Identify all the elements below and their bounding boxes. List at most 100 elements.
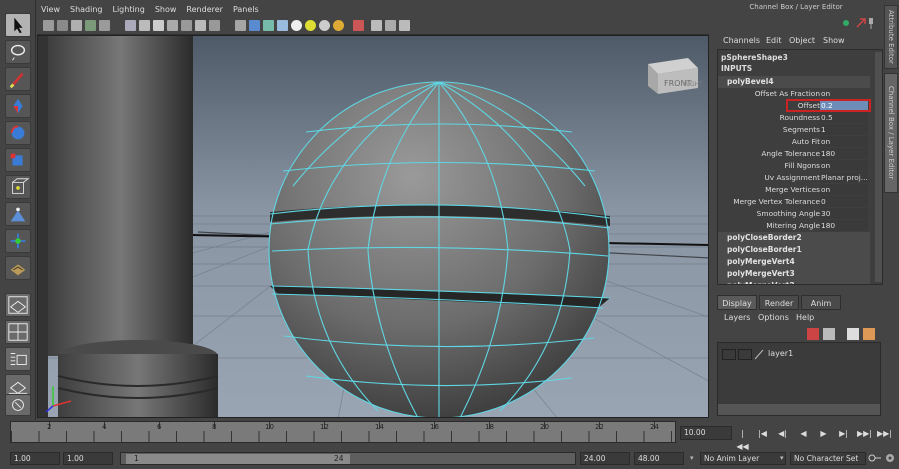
menu-object[interactable]: Object [789, 36, 815, 45]
move-down-icon[interactable] [863, 328, 875, 340]
step-forward-frame-button[interactable]: ▶▶| [857, 427, 872, 440]
bookmarks-icon[interactable] [71, 20, 82, 31]
menu-panels[interactable]: Panels [233, 3, 259, 17]
hypershade-layout-icon[interactable] [5, 394, 31, 416]
xray-joints-icon[interactable] [399, 20, 410, 31]
single-pane-layout-icon[interactable] [5, 293, 31, 317]
show-manipulator-icon[interactable] [5, 229, 31, 253]
range-slider-handle[interactable]: 1 24 [126, 454, 350, 464]
attr-row[interactable]: Auto Fit on [718, 136, 870, 148]
shape-name[interactable]: pSphereShape3 [721, 53, 788, 62]
camera-attributes-icon[interactable] [57, 20, 68, 31]
safe-title-icon[interactable] [209, 20, 220, 31]
attr-value[interactable]: 0 [820, 196, 868, 207]
character-set-field[interactable]: No Character Set [790, 452, 866, 465]
shadows-icon[interactable] [305, 20, 316, 31]
play-backwards-button[interactable]: ◀ [797, 427, 810, 440]
attr-value[interactable]: 1 [820, 124, 868, 135]
menu-help[interactable]: Help [796, 313, 814, 322]
new-layer-icon[interactable] [807, 328, 819, 340]
script-editor-icon[interactable] [841, 18, 851, 28]
pin-icon[interactable] [866, 16, 876, 30]
scale-tool-icon[interactable] [5, 148, 31, 172]
attr-row[interactable]: Merge Vertices on [718, 184, 870, 196]
node-polymergevert3[interactable]: polyMergeVert3 [718, 268, 870, 280]
2d-pan-zoom-icon[interactable] [99, 20, 110, 31]
preferences-icon[interactable] [884, 452, 897, 465]
attr-value[interactable]: 0.5 [820, 112, 868, 123]
playback-start-field[interactable]: 1.00 [63, 452, 113, 465]
select-camera-icon[interactable] [43, 20, 54, 31]
layer-row[interactable]: layer1 [722, 349, 882, 361]
screen-space-ao-icon[interactable] [319, 20, 330, 31]
attr-value[interactable]: on [820, 88, 868, 99]
menu-show[interactable]: Show [155, 3, 177, 17]
soft-modification-icon[interactable] [5, 202, 31, 226]
xray-active-components-icon[interactable] [385, 20, 396, 31]
step-back-key-button[interactable]: ◀| [776, 427, 789, 440]
smooth-shade-icon[interactable] [249, 20, 260, 31]
new-layer-selected-icon[interactable] [823, 328, 835, 340]
paint-select-tool-icon[interactable] [5, 67, 31, 91]
attr-value[interactable]: 30 [820, 208, 868, 219]
attr-row[interactable]: Mitering Angle 180 [718, 220, 870, 232]
safe-action-icon[interactable] [195, 20, 206, 31]
color-slash-icon[interactable] [754, 349, 764, 360]
attr-value[interactable]: Planar proj... [820, 172, 868, 183]
visibility-toggle[interactable] [722, 349, 736, 360]
wireframe-on-shaded-icon[interactable] [263, 20, 274, 31]
playback-end-field[interactable]: 24.00 [580, 452, 630, 465]
isolate-select-icon[interactable] [353, 20, 364, 31]
use-all-lights-icon[interactable] [291, 20, 302, 31]
key-icon[interactable] [868, 452, 882, 465]
four-pane-layout-icon[interactable] [5, 320, 31, 344]
attr-row[interactable]: Segments 1 [718, 124, 870, 136]
image-plane-icon[interactable] [85, 20, 96, 31]
step-back-frame-button[interactable]: |◀ [756, 427, 769, 440]
node-polymergevert2[interactable]: polyMergeVert2 [718, 280, 870, 284]
attr-row[interactable]: Smoothing Angle 30 [718, 208, 870, 220]
menu-edit[interactable]: Edit [766, 36, 782, 45]
layer-scrollbar[interactable] [718, 404, 880, 415]
menu-view[interactable]: View [41, 3, 60, 17]
menu-shading[interactable]: Shading [70, 3, 103, 17]
wireframe-icon[interactable] [235, 20, 246, 31]
tab-anim[interactable]: Anim [801, 295, 841, 310]
menu-layers[interactable]: Layers [724, 313, 750, 322]
motion-blur-icon[interactable] [333, 20, 344, 31]
grid-icon[interactable] [125, 20, 136, 31]
go-to-end-button[interactable]: ▶▶| [877, 427, 892, 440]
layer-name[interactable]: layer1 [768, 349, 793, 358]
rotate-tool-icon[interactable] [5, 121, 31, 145]
tab-display[interactable]: Display [717, 295, 757, 310]
film-gate-icon[interactable] [139, 20, 150, 31]
attr-value[interactable]: 180 [820, 220, 868, 231]
menu-show[interactable]: Show [823, 36, 845, 45]
display-type-toggle[interactable] [738, 349, 752, 360]
xray-icon[interactable] [371, 20, 382, 31]
select-tool-icon[interactable] [5, 13, 31, 37]
attr-row[interactable]: Angle Tolerance 180 [718, 148, 870, 160]
go-to-start-button[interactable]: |◀◀ [736, 427, 749, 451]
arrow-icon[interactable] [856, 18, 866, 28]
attr-row[interactable]: Fill Ngons on [718, 160, 870, 172]
field-chart-icon[interactable] [181, 20, 192, 31]
end-time-field[interactable]: 48.00 [634, 452, 684, 465]
play-forwards-button[interactable]: ▶ [817, 427, 830, 440]
lasso-tool-icon[interactable] [5, 40, 31, 64]
start-time-field[interactable]: 1.00 [10, 452, 60, 465]
attr-row[interactable]: Merge Vertex Tolerance 0 [718, 196, 870, 208]
attr-row[interactable]: Roundness 0.5 [718, 112, 870, 124]
attr-value[interactable]: on [820, 184, 868, 195]
universal-manipulator-icon[interactable] [5, 175, 31, 199]
tab-render[interactable]: Render [759, 295, 799, 310]
menu-options[interactable]: Options [758, 313, 789, 322]
menu-renderer[interactable]: Renderer [186, 3, 223, 17]
tab-channel-box-layer-editor[interactable]: Channel Box / Layer Editor [884, 73, 898, 193]
gate-mask-icon[interactable] [167, 20, 178, 31]
perspective-viewport[interactable]: FRONT RIGHT [37, 35, 709, 418]
anim-layer-field[interactable]: No Anim Layer [700, 452, 786, 465]
textured-icon[interactable] [277, 20, 288, 31]
step-forward-key-button[interactable]: ▶| [837, 427, 850, 440]
node-polycloseborder1[interactable]: polyCloseBorder1 [718, 244, 870, 256]
